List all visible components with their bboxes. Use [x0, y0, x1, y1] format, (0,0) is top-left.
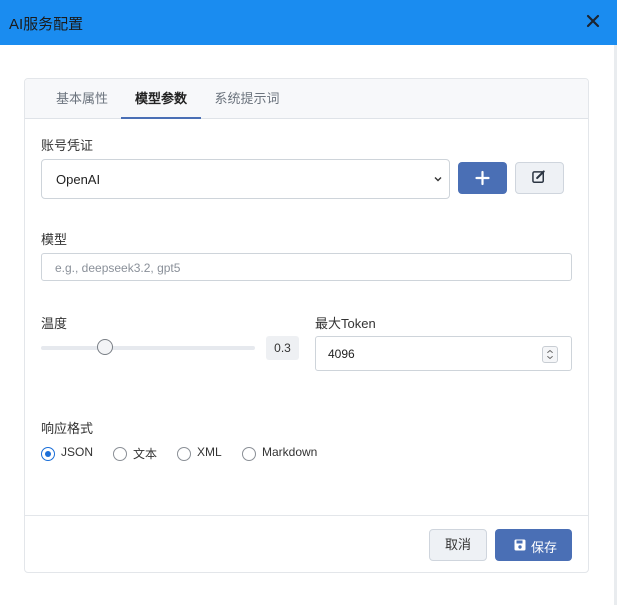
- edit-account-button[interactable]: [515, 162, 564, 194]
- save-icon: [514, 539, 526, 551]
- dialog-footer: 取消 保存: [25, 515, 588, 573]
- max-token-label: 最大Token: [315, 316, 376, 331]
- temperature-slider-thumb[interactable]: [97, 339, 114, 355]
- dialog-title: AI服务配置: [9, 16, 84, 33]
- tab-system-prompt[interactable]: 系统提示词: [201, 79, 293, 119]
- spinner-icon[interactable]: [542, 346, 558, 363]
- cancel-button[interactable]: 取消: [429, 529, 487, 561]
- radio-circle: [242, 447, 256, 461]
- edit-icon: [532, 170, 545, 183]
- settings-panel: 基本属性 模型参数 系统提示词 账号凭证 OpenAI 模型 e.g., dee…: [24, 78, 589, 573]
- save-button-label: 保存: [531, 540, 558, 555]
- max-token-input[interactable]: 4096: [315, 336, 572, 371]
- temperature-label: 温度: [41, 316, 68, 331]
- max-token-value: 4096: [328, 347, 355, 361]
- dialog-titlebar: AI服务配置: [0, 0, 617, 45]
- temperature-slider-track[interactable]: [41, 346, 255, 350]
- radio-label: Markdown: [262, 445, 318, 459]
- radio-label: JSON: [61, 445, 94, 459]
- tab-model-parameters[interactable]: 模型参数: [121, 79, 201, 119]
- chevron-down-icon: [434, 177, 442, 182]
- account-label: 账号凭证: [41, 138, 94, 153]
- radio-circle: [177, 447, 191, 461]
- add-account-button[interactable]: [458, 162, 507, 194]
- temperature-value: 0.3: [266, 336, 299, 360]
- tab-bar: 基本属性 模型参数 系统提示词: [25, 79, 588, 119]
- account-selected-value: OpenAI: [56, 172, 101, 187]
- close-icon[interactable]: [583, 11, 603, 31]
- plus-icon: [475, 170, 490, 186]
- response-format-label: 响应格式: [41, 421, 94, 436]
- model-input[interactable]: e.g., deepseek3.2, gpt5: [41, 253, 572, 281]
- model-placeholder: e.g., deepseek3.2, gpt5: [55, 261, 181, 275]
- account-select[interactable]: OpenAI: [41, 159, 450, 199]
- model-label: 模型: [41, 232, 68, 247]
- save-button[interactable]: 保存: [495, 529, 572, 561]
- radio-circle: [41, 447, 55, 461]
- radio-label: XML: [197, 445, 222, 459]
- tab-basic-properties[interactable]: 基本属性: [41, 79, 123, 119]
- radio-circle: [113, 447, 127, 461]
- radio-label: 文本: [133, 447, 158, 461]
